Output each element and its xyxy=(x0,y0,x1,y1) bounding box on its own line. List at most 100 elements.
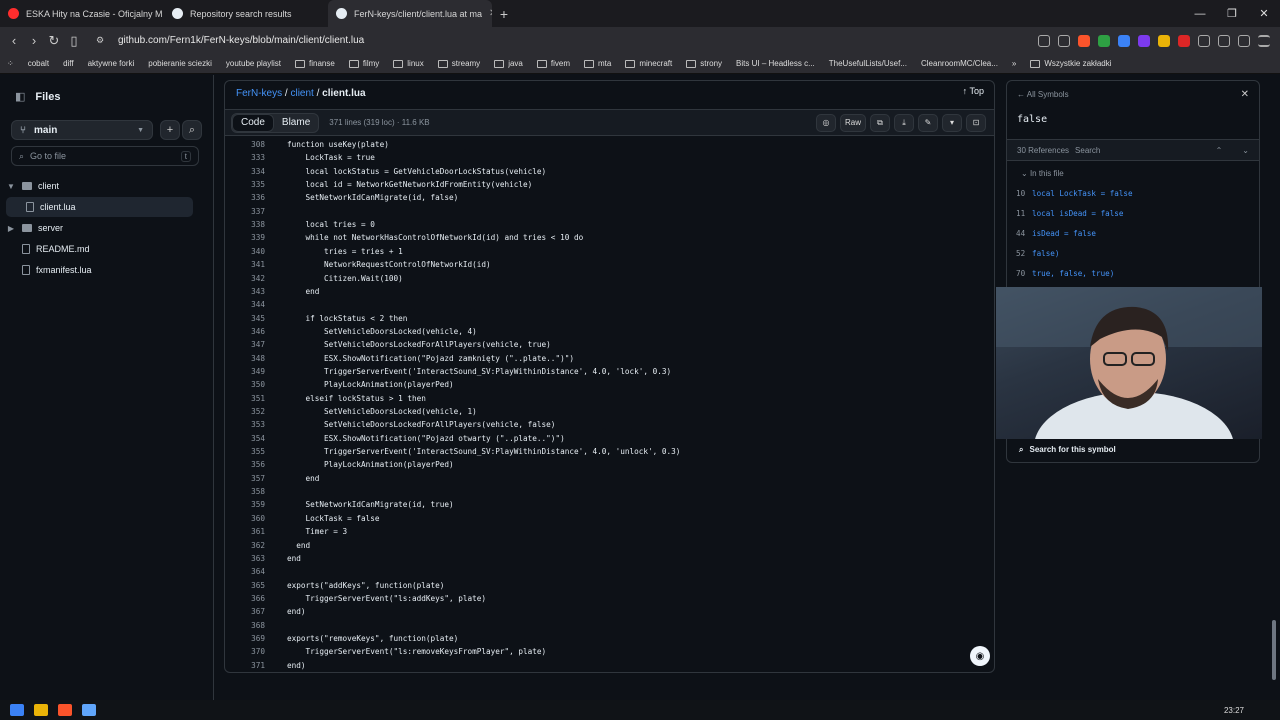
apps-icon[interactable]: ⁘ xyxy=(0,59,21,68)
line-number[interactable]: 365 xyxy=(225,581,265,590)
breadcrumb-repo[interactable]: FerN-keys xyxy=(236,88,282,99)
line-number[interactable]: 367 xyxy=(225,607,265,616)
tree-item-fxmanifest[interactable]: fxmanifest.lua xyxy=(6,260,193,280)
line-number[interactable]: 334 xyxy=(225,167,265,176)
sidebar-toggle-icon[interactable] xyxy=(1218,34,1230,47)
forward-icon[interactable]: › xyxy=(24,33,44,48)
line-number[interactable]: 345 xyxy=(225,314,265,323)
puzzle-icon[interactable] xyxy=(1198,34,1210,47)
file-explorer-icon[interactable] xyxy=(34,704,48,716)
line-number[interactable]: 341 xyxy=(225,260,265,269)
line-number[interactable]: 364 xyxy=(225,567,265,576)
share-icon[interactable] xyxy=(1058,34,1070,47)
bookmark-folder[interactable]: streamy xyxy=(431,59,487,68)
line-number[interactable]: 362 xyxy=(225,541,265,550)
line-number[interactable]: 350 xyxy=(225,380,265,389)
chevron-up-icon[interactable]: ⌃ xyxy=(1216,146,1223,155)
reference-item[interactable]: 44 isDead = false xyxy=(1016,229,1096,238)
maximize-icon[interactable]: ❐ xyxy=(1216,0,1248,27)
url-field[interactable]: github.com/Fern1k/FerN-keys/blob/main/cl… xyxy=(118,35,364,46)
bookmark-icon[interactable]: ▯ xyxy=(64,33,84,49)
all-symbols-link[interactable]: ← All Symbols xyxy=(1017,90,1069,99)
line-number[interactable]: 369 xyxy=(225,634,265,643)
tree-item-server[interactable]: ▶ server xyxy=(6,218,193,238)
line-number[interactable]: 337 xyxy=(225,207,265,216)
line-number[interactable]: 352 xyxy=(225,407,265,416)
reload-icon[interactable]: ↻ xyxy=(44,33,64,49)
tab-eska[interactable]: ESKA Hity na Czasie - Oficjalny M xyxy=(0,0,164,27)
code-tab[interactable]: Code xyxy=(232,113,274,132)
bookmark-item[interactable]: Bits UI – Headless c... xyxy=(729,59,822,68)
scrollbar[interactable] xyxy=(1272,620,1276,680)
branch-selector[interactable]: ⑂ main ▼ xyxy=(11,120,153,140)
line-number[interactable]: 308 xyxy=(225,140,265,149)
bookmark-item[interactable]: youtube playlist xyxy=(219,59,288,68)
bookmark-folder[interactable]: finanse xyxy=(288,59,342,68)
collapse-sidebar-icon[interactable]: ◧ xyxy=(15,90,25,103)
extension-blue-icon[interactable] xyxy=(1118,34,1130,47)
line-number[interactable]: 357 xyxy=(225,474,265,483)
raw-button[interactable]: Raw xyxy=(839,113,866,132)
line-number[interactable]: 344 xyxy=(225,300,265,309)
windows-start-icon[interactable] xyxy=(10,704,24,716)
copy-icon[interactable]: ⧉ xyxy=(870,113,890,132)
line-number[interactable]: 371 xyxy=(225,661,265,670)
close-window-icon[interactable]: ✕ xyxy=(1248,0,1280,27)
line-number[interactable]: 370 xyxy=(225,647,265,656)
line-number[interactable]: 356 xyxy=(225,460,265,469)
line-number[interactable]: 355 xyxy=(225,447,265,456)
menu-icon[interactable] xyxy=(1258,34,1270,47)
line-number[interactable]: 340 xyxy=(225,247,265,256)
line-number[interactable]: 351 xyxy=(225,394,265,403)
tab-client-lua[interactable]: FerN-keys/client/client.lua at ma ✕ xyxy=(328,0,492,27)
more-bookmarks-button[interactable]: » xyxy=(1005,59,1023,68)
bookmark-item[interactable]: diff xyxy=(56,59,81,68)
line-number[interactable]: 333 xyxy=(225,153,265,162)
copilot-icon[interactable]: ◎ xyxy=(815,113,836,132)
line-number[interactable]: 363 xyxy=(225,554,265,563)
line-number[interactable]: 343 xyxy=(225,287,265,296)
breadcrumb-dir[interactable]: client xyxy=(290,88,313,99)
references-search[interactable]: Search xyxy=(1075,146,1100,155)
site-info-icon[interactable]: ⚙ xyxy=(90,35,110,46)
line-number[interactable]: 335 xyxy=(225,180,265,189)
tree-item-client-lua[interactable]: client.lua xyxy=(6,197,193,217)
brave-shield-icon[interactable] xyxy=(1078,34,1090,47)
bookmark-folder[interactable]: minecraft xyxy=(618,59,679,68)
search-button[interactable]: ⌕ xyxy=(182,120,202,140)
blame-tab[interactable]: Blame xyxy=(274,114,318,132)
line-number[interactable]: 366 xyxy=(225,594,265,603)
line-number[interactable]: 354 xyxy=(225,434,265,443)
go-to-file-input[interactable]: ⌕ Go to file t xyxy=(11,146,199,166)
in-this-file-toggle[interactable]: ⌄ In this file xyxy=(1021,169,1064,178)
line-number[interactable]: 339 xyxy=(225,233,265,242)
close-icon[interactable]: ✕ xyxy=(1241,89,1249,100)
wallet-icon[interactable] xyxy=(1238,34,1250,47)
tree-item-client[interactable]: ▼ client xyxy=(6,176,193,196)
back-icon[interactable]: ‹ xyxy=(4,33,24,48)
check-icon[interactable] xyxy=(1098,34,1110,47)
bookmark-folder[interactable]: fivem xyxy=(530,59,577,68)
bookmark-item[interactable]: pobieranie sciezki xyxy=(141,59,219,68)
reference-item[interactable]: 11 local isDead = false xyxy=(1016,209,1123,218)
edit-icon[interactable]: ✎ xyxy=(918,113,938,132)
copilot-chat-icon[interactable]: ◉ xyxy=(970,646,990,666)
bookmark-item[interactable]: cobalt xyxy=(21,59,56,68)
chevron-down-icon[interactable]: ⌄ xyxy=(1242,146,1249,155)
line-number[interactable]: 349 xyxy=(225,367,265,376)
line-number[interactable]: 360 xyxy=(225,514,265,523)
minimize-icon[interactable]: — xyxy=(1184,0,1216,27)
reference-item[interactable]: 70 true, false, true) xyxy=(1016,269,1114,278)
bookmark-item[interactable]: aktywne forki xyxy=(81,59,142,68)
new-tab-button[interactable]: + xyxy=(492,0,516,27)
tab-repository-search[interactable]: Repository search results xyxy=(164,0,328,27)
add-file-button[interactable]: + xyxy=(160,120,180,140)
brave-browser-icon[interactable] xyxy=(58,704,72,716)
reference-item[interactable]: 10 local LockTask = false xyxy=(1016,189,1133,198)
line-number[interactable]: 359 xyxy=(225,500,265,509)
line-number[interactable]: 368 xyxy=(225,621,265,630)
bookmark-item[interactable]: TheUsefulLists/Usef... xyxy=(822,59,914,68)
line-number[interactable]: 342 xyxy=(225,274,265,283)
bookmark-folder[interactable]: mta xyxy=(577,59,618,68)
bookmark-item[interactable]: CleanroomMC/Clea... xyxy=(914,59,1005,68)
